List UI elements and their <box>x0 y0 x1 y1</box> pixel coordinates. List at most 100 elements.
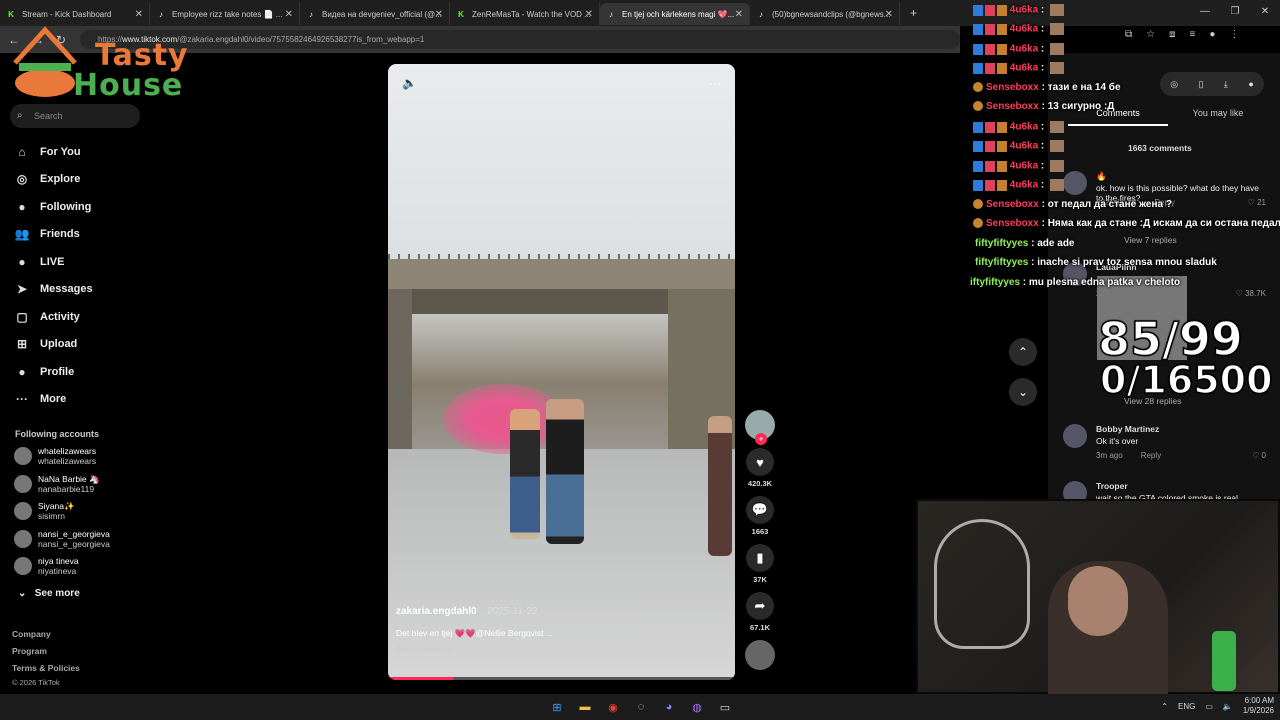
tab-close-icon[interactable]: ✕ <box>885 9 893 20</box>
account-name: niya tineva <box>38 556 79 566</box>
chat-message: 4u6ka : <box>973 160 1065 172</box>
user-avatar[interactable]: ● <box>1248 79 1253 89</box>
sidebar-item-friends[interactable]: 👥 Friends <box>14 221 93 249</box>
new-tab-icon[interactable]: + <box>910 6 917 20</box>
chat-separator: : <box>1038 199 1048 210</box>
comment-like-count: 38.7K <box>1245 289 1266 298</box>
tab-3[interactable]: ♪ Видеа на devgeniev_official (@... ✕ <box>300 3 450 25</box>
app-icon[interactable]: ◌ <box>632 698 650 716</box>
maximize-icon[interactable]: ❐ <box>1220 0 1250 24</box>
hanging-chair <box>934 519 1030 649</box>
view-replies-button[interactable]: View 7 replies <box>1124 235 1177 245</box>
discord-icon[interactable]: ◕ <box>660 698 678 716</box>
comment-like[interactable]: ♡ 38.7K <box>1236 289 1266 298</box>
following-account[interactable]: nansi_e_georgieva nansi_e_georgieva <box>14 529 110 549</box>
tab-5[interactable]: ♪ En tjej och kärlekens magi 💖... ✕ <box>600 3 750 25</box>
commenter-avatar[interactable] <box>1063 424 1087 448</box>
like-icon[interactable]: ♥ <box>746 448 774 476</box>
footer-link[interactable]: Terms & Policies <box>12 663 80 673</box>
comment-like[interactable]: ♡ 21 <box>1248 198 1266 207</box>
tab-6[interactable]: ♪ (50)bgnewsandclips (@bgnews... ✕ <box>750 3 900 25</box>
follow-plus-icon[interactable]: + <box>755 433 767 445</box>
music-disc-icon[interactable] <box>745 640 775 670</box>
sidebar-item-following[interactable]: ● Following <box>14 193 93 221</box>
more-options-icon[interactable]: ··· <box>709 76 721 90</box>
see-translation-link[interactable]: See translation <box>396 644 716 654</box>
windows-start-icon[interactable]: ⊞ <box>548 698 566 716</box>
chat-separator: : <box>1038 101 1048 112</box>
tray-chevron-icon[interactable]: ⌃ <box>1161 702 1168 711</box>
sidebar-item-icon: ● <box>18 199 26 214</box>
comment-icon[interactable]: 💬 <box>746 496 774 524</box>
language-indicator[interactable]: ENG <box>1178 702 1195 711</box>
following-account[interactable]: whatelizawears whatelizawears <box>14 446 96 466</box>
sidebar-item-activity[interactable]: ▢ Activity <box>14 303 93 331</box>
previous-video-button[interactable]: ⌃ <box>1009 338 1037 366</box>
next-video-button[interactable]: ⌄ <box>1009 378 1037 406</box>
commenter-name[interactable]: Trooper <box>1096 481 1128 491</box>
tab-close-icon[interactable]: ✕ <box>285 9 293 20</box>
sidebar-item-for-you[interactable]: ⌂ For You <box>14 138 93 166</box>
sidebar-item-explore[interactable]: ◎ Explore <box>14 166 93 194</box>
video-author[interactable]: zakaria.engdahl0 <box>396 606 477 617</box>
sidebar-item-profile[interactable]: ● Profile <box>14 358 93 386</box>
tab-you-may-like[interactable]: You may like <box>1168 108 1268 126</box>
commenter-avatar[interactable] <box>1063 171 1087 195</box>
volume-icon[interactable]: 🔈 <box>402 76 417 90</box>
see-more-button[interactable]: ⌄ See more <box>18 588 80 599</box>
extensions-icon[interactable]: ⧈ <box>1169 29 1175 40</box>
panel-header-icons: ◎ ▯ ⤓ ● <box>1160 72 1264 96</box>
video-progress-bar[interactable] <box>388 677 735 680</box>
device-icon[interactable]: ▯ <box>1199 79 1204 90</box>
tab-close-icon[interactable]: ✕ <box>585 9 593 20</box>
menu-icon[interactable]: ⋮ <box>1229 29 1239 40</box>
close-icon[interactable]: ✕ <box>1250 0 1280 24</box>
heart-icon: ♡ <box>1252 451 1262 460</box>
sidebar-item-more[interactable]: ··· More <box>14 386 93 414</box>
sidebar-item-upload[interactable]: ⊞ Upload <box>14 331 93 359</box>
coins-icon[interactable]: ◎ <box>1170 79 1178 90</box>
volume-tray-icon[interactable]: 🔈 <box>1223 702 1233 711</box>
sidebar-item-label: Following <box>40 200 92 213</box>
network-icon[interactable]: ▭ <box>1205 702 1213 711</box>
commenter-name[interactable]: 🔥 <box>1096 171 1107 182</box>
chrome-icon[interactable]: ◉ <box>604 698 622 716</box>
bookmark-icon[interactable]: ▮ <box>746 544 774 572</box>
terminal-icon[interactable]: ▭ <box>716 698 734 716</box>
tab-close-icon[interactable]: ✕ <box>735 9 743 20</box>
chat-emote-icon <box>1050 43 1065 55</box>
clock[interactable]: 6:00 AM 1/9/2026 <box>1243 696 1274 716</box>
minimize-icon[interactable]: — <box>1190 0 1220 24</box>
sidebar-item-label: Messages <box>40 283 93 296</box>
footer-link[interactable]: Company <box>12 629 51 639</box>
creator-avatar[interactable]: + <box>745 410 775 445</box>
following-account[interactable]: NaNa Barbie 🦄 nanabarbie119 <box>14 474 100 494</box>
profile-icon[interactable]: ● <box>1209 29 1215 40</box>
green-bottle <box>1212 631 1236 691</box>
tab-close-icon[interactable]: ✕ <box>435 9 443 20</box>
footer-link[interactable]: Program <box>12 646 47 656</box>
share-icon[interactable]: ➦ <box>746 592 774 620</box>
media-icon[interactable]: ≡ <box>1189 29 1195 40</box>
following-account[interactable]: niya tineva niyatineva <box>14 556 79 576</box>
sidebar-item-live[interactable]: ● LIVE <box>14 248 93 276</box>
video-player[interactable]: 🔈 ··· zakaria.engdahl0 · 2025-11-22 Det … <box>388 64 735 680</box>
account-handle: sisimrn <box>38 511 65 521</box>
install-icon[interactable]: ⧉ <box>1125 29 1132 40</box>
comment-date: 3m ago <box>1096 451 1123 460</box>
star-icon[interactable]: ☆ <box>1146 29 1155 40</box>
file-explorer-icon[interactable]: ▬ <box>576 698 594 716</box>
chat-separator: : <box>1038 4 1048 16</box>
chat-separator: : <box>1038 62 1048 74</box>
reply-button[interactable]: Reply <box>1141 451 1161 460</box>
video-caption: zakaria.engdahl0 · 2025-11-22 Det blev e… <box>396 601 716 654</box>
following-account[interactable]: Siyana✨ sisimrn <box>14 501 75 521</box>
commenter-name[interactable]: Bobby Martinez <box>1096 424 1159 434</box>
tab-4[interactable]: K ZenReMasTa - Watch the VOD ... ✕ <box>450 3 600 25</box>
streaming-app-icon[interactable]: ◍ <box>688 698 706 716</box>
url-field[interactable]: https://www.tiktok.com/@zakaria.engdahl0… <box>80 30 960 49</box>
download-icon[interactable]: ⤓ <box>1224 79 1228 90</box>
comment-like[interactable]: ♡ 0 <box>1252 451 1266 460</box>
chat-separator: : <box>1038 43 1048 55</box>
sidebar-item-messages[interactable]: ➤ Messages <box>14 276 93 304</box>
